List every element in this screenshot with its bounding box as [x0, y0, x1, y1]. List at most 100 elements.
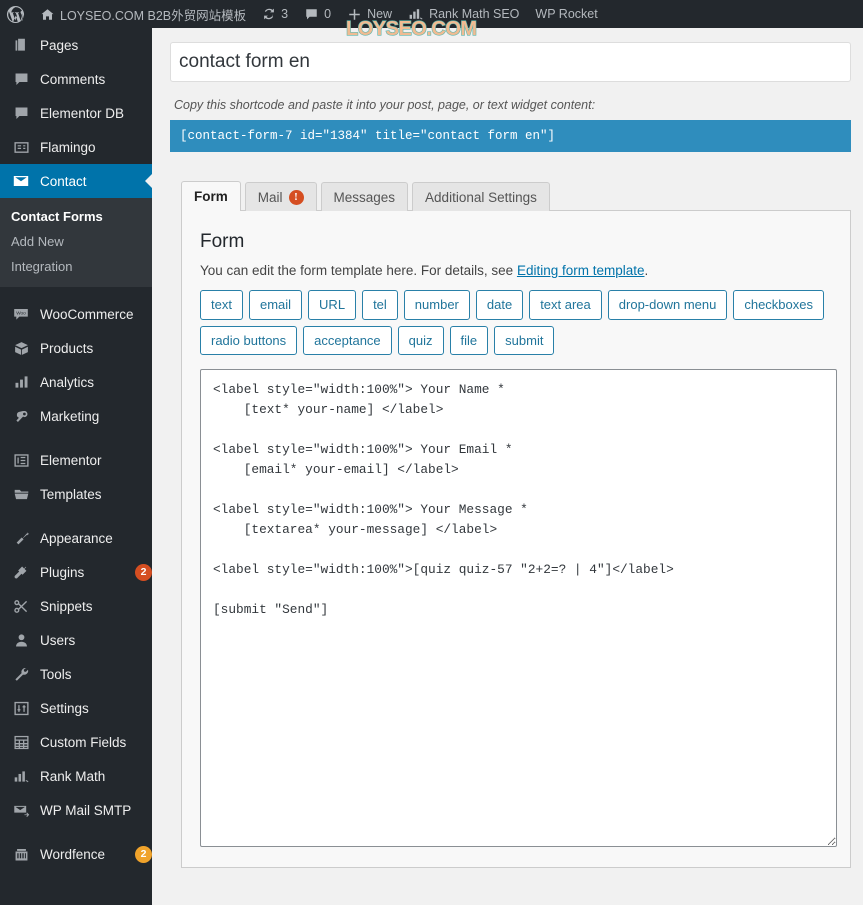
- elementor-icon: [10, 450, 32, 470]
- sidebar-item-label: Comments: [40, 71, 106, 87]
- menu-separator: [0, 433, 152, 443]
- mail-send-icon: [10, 800, 32, 820]
- plugin-plug-icon: [10, 562, 32, 582]
- tag-button-url[interactable]: URL: [308, 290, 357, 320]
- sidebar-item-label: Rank Math: [40, 768, 106, 784]
- sidebar-item-settings[interactable]: Settings: [0, 691, 152, 725]
- sidebar-item-products[interactable]: Products: [0, 331, 152, 365]
- tab-label: Messages: [333, 189, 396, 205]
- tag-button-submit[interactable]: submit: [494, 325, 555, 355]
- shortcode-field[interactable]: [170, 120, 851, 152]
- tag-button-radio-buttons[interactable]: radio buttons: [200, 325, 298, 355]
- sidebar-item-analytics[interactable]: Analytics: [0, 365, 152, 399]
- sidebar-item-elementor-db[interactable]: Elementor DB: [0, 96, 152, 130]
- tab-label: Form: [194, 189, 228, 204]
- form-panel: Form You can edit the form template here…: [181, 210, 851, 868]
- new-content-button[interactable]: New: [339, 0, 400, 28]
- sidebar-item-label: Wordfence: [40, 846, 106, 862]
- new-label: New: [367, 7, 393, 21]
- sidebar-item-label: Tools: [40, 666, 72, 682]
- settings-tablist: Form Mail ! Messages Additional Settings: [181, 180, 851, 211]
- sidebar-item-custom-fields[interactable]: Custom Fields: [0, 725, 152, 759]
- comments-count: 0: [324, 7, 332, 21]
- sidebar-item-label: Marketing: [40, 408, 100, 424]
- tag-button-tel[interactable]: tel: [362, 290, 398, 320]
- tag-button-checkboxes[interactable]: checkboxes: [733, 290, 824, 320]
- sliders-icon: [10, 698, 32, 718]
- sidebar-item-label: Snippets: [40, 598, 93, 614]
- sidebar-item-wordfence[interactable]: Wordfence 2: [0, 837, 152, 871]
- form-title-input[interactable]: [170, 42, 851, 82]
- updates-count: 3: [281, 7, 289, 21]
- sidebar-item-contact[interactable]: Contact: [0, 164, 152, 198]
- rank-math-icon: [10, 766, 32, 786]
- comments-icon: [10, 103, 32, 123]
- mail-alert-icon: !: [288, 189, 304, 205]
- pages-icon: [10, 35, 32, 55]
- sidebar-item-users[interactable]: Users: [0, 623, 152, 657]
- tab-mail[interactable]: Mail !: [244, 182, 317, 211]
- site-name-menu[interactable]: LOYSEO.COM B2B外贸网站模板: [32, 0, 254, 28]
- sidebar-item-elementor[interactable]: Elementor: [0, 443, 152, 477]
- sidebar-item-snippets[interactable]: Snippets: [0, 589, 152, 623]
- sidebar-item-label: Flamingo: [40, 139, 96, 155]
- sidebar-item-woocommerce[interactable]: Woo WooCommerce: [0, 297, 152, 331]
- sidebar-item-label: Templates: [40, 486, 102, 502]
- tag-button-acceptance[interactable]: acceptance: [303, 325, 392, 355]
- rank-math-icon: [408, 7, 424, 21]
- sidebar-item-marketing[interactable]: Marketing: [0, 399, 152, 433]
- tag-button-drop-down-menu[interactable]: drop-down menu: [607, 290, 728, 320]
- sidebar-item-rank-math[interactable]: Rank Math: [0, 759, 152, 793]
- wp-rocket-button[interactable]: WP Rocket: [527, 0, 605, 28]
- sidebar-item-label: Analytics: [40, 374, 95, 390]
- tag-button-email[interactable]: email: [248, 290, 303, 320]
- tag-button-number[interactable]: number: [403, 290, 470, 320]
- editing-form-template-link[interactable]: Editing form template: [517, 263, 645, 278]
- sidebar-item-label: Settings: [40, 700, 89, 716]
- sidebar-item-tools[interactable]: Tools: [0, 657, 152, 691]
- comments-button[interactable]: 0: [296, 0, 339, 28]
- submenu-item-add-new[interactable]: Add New: [0, 229, 152, 254]
- sidebar-item-label: Appearance: [40, 530, 113, 546]
- tag-button-text-area[interactable]: text area: [529, 290, 602, 320]
- sidebar-item-plugins[interactable]: Plugins 2: [0, 555, 152, 589]
- sidebar-item-comments[interactable]: Comments: [0, 62, 152, 96]
- contact-submenu: Contact Forms Add New Integration: [0, 198, 152, 287]
- sidebar-item-wp-mail-smtp[interactable]: WP Mail SMTP: [0, 793, 152, 827]
- user-icon: [10, 630, 32, 650]
- submenu-item-integration[interactable]: Integration: [0, 254, 152, 279]
- wrench-icon: [10, 664, 32, 684]
- tag-button-text[interactable]: text: [200, 290, 243, 320]
- sidebar-item-templates[interactable]: Templates: [0, 477, 152, 511]
- tag-button-file[interactable]: file: [449, 325, 489, 355]
- form-template-editor[interactable]: <label style="width:100%"> Your Name * […: [200, 369, 837, 847]
- analytics-bars-icon: [10, 372, 32, 392]
- tab-additional-settings[interactable]: Additional Settings: [412, 182, 550, 211]
- sidebar-item-label: Elementor: [40, 452, 102, 468]
- sidebar-item-label: Users: [40, 632, 76, 648]
- shortcode-description: Copy this shortcode and paste it into yo…: [174, 98, 596, 112]
- sidebar-item-label: Contact: [40, 173, 87, 189]
- tab-messages[interactable]: Messages: [320, 182, 409, 211]
- sidebar-item-label: Products: [40, 340, 94, 356]
- tab-form[interactable]: Form: [181, 181, 241, 211]
- panel-heading: Form: [200, 231, 245, 252]
- content-wrap: Copy this shortcode and paste it into yo…: [152, 28, 863, 868]
- tag-button-quiz[interactable]: quiz: [397, 325, 444, 355]
- sidebar-item-flamingo[interactable]: Flamingo: [0, 130, 152, 164]
- megaphone-icon: [10, 406, 32, 426]
- submenu-item-contact-forms[interactable]: Contact Forms: [0, 204, 152, 229]
- panel-desc-text: You can edit the form template here. For…: [200, 263, 517, 278]
- rank-math-label: Rank Math SEO: [429, 7, 520, 21]
- sidebar-item-appearance[interactable]: Appearance: [0, 521, 152, 555]
- sidebar-item-pages[interactable]: Pages: [0, 28, 152, 62]
- updates-button[interactable]: 3: [254, 0, 296, 28]
- envelope-icon: [10, 171, 32, 191]
- admin-sidebar-menu: Pages Comments Elementor DB Flamingo Con…: [0, 28, 152, 905]
- wordpress-logo-button[interactable]: [0, 0, 32, 28]
- site-name-label: LOYSEO.COM B2B外贸网站模板: [60, 8, 247, 23]
- tag-button-date[interactable]: date: [475, 290, 524, 320]
- wp-rocket-label: WP Rocket: [535, 7, 598, 21]
- tab-label: Mail: [257, 189, 283, 205]
- rank-math-seo-button[interactable]: Rank Math SEO: [400, 0, 527, 28]
